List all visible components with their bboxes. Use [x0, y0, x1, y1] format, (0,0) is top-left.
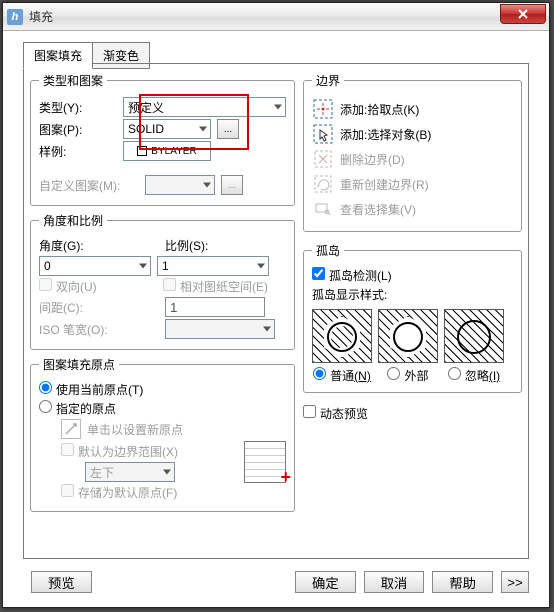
- titlebar: h 填充: [3, 3, 549, 31]
- island-normal[interactable]: 普通(N): [312, 309, 372, 384]
- combo-isopen: [165, 319, 275, 339]
- group-type-pattern: 类型和图案 类型(Y): 预定义 图案(P): SOLID ... 样例:: [30, 72, 295, 206]
- island-ignore[interactable]: 忽略(I): [444, 309, 504, 384]
- checkbox-double: 双向(U): [39, 278, 157, 295]
- combo-angle[interactable]: 0: [39, 256, 151, 276]
- checkbox-paperspace: 相对图纸空间(E): [163, 278, 268, 295]
- btn-del-boundary: 删除边界(D): [312, 148, 513, 170]
- label-click-new: 单击以设置新原点: [87, 421, 183, 438]
- btn-view-selection: 查看选择集(V): [312, 198, 513, 220]
- origin-preview-icon: [244, 441, 286, 483]
- checkbox-store-default: 存储为默认原点(F): [61, 484, 177, 501]
- view-selection-icon: [312, 198, 334, 220]
- group-angle-scale: 角度和比例 角度(G): 比例(S): 0 1 双向(U) 相对图纸空间(E): [30, 212, 295, 350]
- left-column: 类型和图案 类型(Y): 预定义 图案(P): SOLID ... 样例:: [30, 72, 295, 550]
- combo-type[interactable]: 预定义: [123, 97, 286, 117]
- cancel-button[interactable]: 取消: [364, 571, 425, 593]
- app-icon: h: [7, 9, 23, 25]
- label-island-style: 孤岛显示样式:: [312, 286, 513, 303]
- client-area: 图案填充 渐变色 类型和图案 类型(Y): 预定义 图案(P):: [11, 37, 541, 599]
- radio-use-current[interactable]: 使用当前原点(T): [39, 381, 143, 398]
- input-spacing: [165, 297, 265, 317]
- recreate-boundary-icon: [312, 173, 334, 195]
- sample-swatch[interactable]: BYLAYER: [123, 141, 211, 161]
- legend-angle-scale: 角度和比例: [39, 212, 107, 229]
- legend-type-pattern: 类型和图案: [39, 72, 107, 89]
- label-isopen: ISO 笔宽(O):: [39, 321, 159, 338]
- label-angle: 角度(G):: [39, 237, 159, 254]
- btn-add-pick[interactable]: 添加:拾取点(K): [312, 98, 513, 120]
- right-column: 边界 添加:拾取点(K) 添加:选择对象(B) 删除边界(D): [303, 72, 522, 550]
- checkbox-dynamic-preview[interactable]: 动态预览: [303, 405, 368, 422]
- btn-recreate-boundary: 重新创建边界(R): [312, 173, 513, 195]
- group-boundary: 边界 添加:拾取点(K) 添加:选择对象(B) 删除边界(D): [303, 72, 522, 232]
- dialog-window: h 填充 图案填充 渐变色 类型和图案 类型(Y): 预定义: [2, 2, 550, 608]
- group-island: 孤岛 孤岛检测(L) 孤岛显示样式: 普通(N) 外部: [303, 242, 522, 393]
- checkbox-island-detect[interactable]: 孤岛检测(L): [312, 267, 392, 284]
- help-button[interactable]: 帮助: [432, 571, 493, 593]
- delete-boundary-icon: [312, 148, 334, 170]
- label-pattern: 图案(P):: [39, 121, 117, 138]
- ok-button[interactable]: 确定: [295, 571, 356, 593]
- legend-island: 孤岛: [312, 242, 344, 259]
- swatch-color-icon: [137, 146, 147, 156]
- close-icon: [518, 9, 528, 19]
- custom-browse-button: ...: [221, 175, 243, 195]
- btn-add-select[interactable]: 添加:选择对象(B): [312, 123, 513, 145]
- close-button[interactable]: [500, 4, 546, 24]
- tab-hatch[interactable]: 图案填充: [23, 42, 93, 69]
- label-type: 类型(Y):: [39, 99, 117, 116]
- pick-point-icon: [312, 98, 334, 120]
- legend-origin: 图案填充原点: [39, 356, 119, 373]
- window-title: 填充: [29, 8, 53, 25]
- checkbox-default-boundary: 默认为边界范围(X): [61, 443, 178, 460]
- footer: 预览 确定 取消 帮助 >>: [23, 571, 529, 593]
- radio-specified[interactable]: 指定的原点: [39, 400, 116, 417]
- island-outer[interactable]: 外部: [378, 309, 438, 384]
- label-scale: 比例(S):: [165, 237, 243, 254]
- combo-custom: [145, 175, 215, 195]
- preview-button[interactable]: 预览: [31, 571, 92, 593]
- label-custom: 自定义图案(M):: [39, 177, 139, 194]
- label-spacing: 间距(C):: [39, 299, 159, 316]
- expand-button[interactable]: >>: [501, 571, 529, 593]
- origin-pick-icon: [61, 419, 81, 439]
- select-object-icon: [312, 123, 334, 145]
- tab-page: 类型和图案 类型(Y): 预定义 图案(P): SOLID ... 样例:: [23, 63, 529, 559]
- label-sample: 样例:: [39, 143, 117, 160]
- group-origin: 图案填充原点 使用当前原点(T) 指定的原点 单击以设置新原点: [30, 356, 295, 512]
- combo-scale[interactable]: 1: [157, 256, 269, 276]
- combo-pattern[interactable]: SOLID: [123, 119, 211, 139]
- pattern-browse-button[interactable]: ...: [217, 119, 239, 139]
- combo-origin-pos: 左下: [85, 462, 175, 482]
- legend-boundary: 边界: [312, 72, 344, 89]
